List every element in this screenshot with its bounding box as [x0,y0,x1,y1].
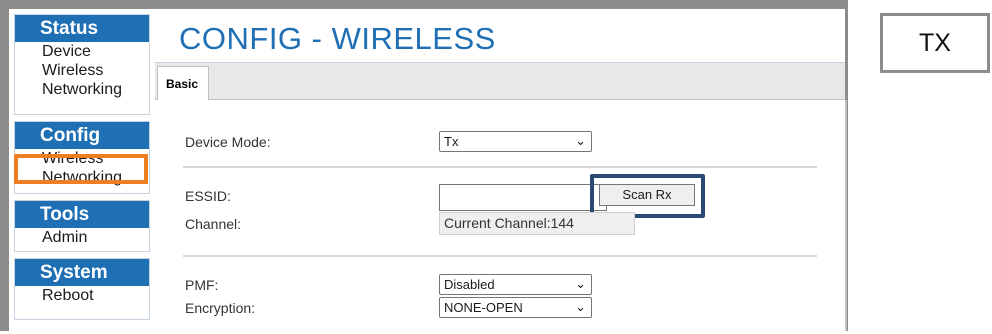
device-mode-select[interactable]: Tx ⌄ [439,131,592,152]
chevron-down-icon: ⌄ [575,299,586,314]
channel-readout: Current Channel:144 [439,212,635,235]
page-title: CONFIG - WIRELESS [179,21,496,56]
sidebar-heading-system[interactable]: System [15,259,149,286]
chevron-down-icon: ⌄ [575,133,586,148]
essid-label: ESSID: [185,188,231,204]
pmf-value: Disabled [444,277,495,292]
sidebar-section-status: Status Device Wireless Networking [14,14,150,115]
sidebar-item-status-wireless[interactable]: Wireless [15,61,149,80]
sidebar-item-system-reboot[interactable]: Reboot [15,286,149,305]
chevron-down-icon: ⌄ [575,276,586,291]
encryption-select[interactable]: NONE-OPEN ⌄ [439,297,592,318]
sidebar-item-status-networking[interactable]: Networking [15,80,149,99]
tab-basic[interactable]: Basic [157,66,209,100]
pmf-label: PMF: [185,277,219,293]
section-divider [183,255,817,257]
sidebar-nav: Status Device Wireless Networking Config… [14,14,150,334]
sidebar-heading-config[interactable]: Config [15,122,149,149]
wireless-form: Device Mode: Tx ⌄ ESSID: Scan Rx Channel… [155,100,847,331]
encryption-value: NONE-OPEN [444,300,523,315]
sidebar-heading-tools[interactable]: Tools [15,201,149,228]
scan-rx-button[interactable]: Scan Rx [599,184,695,206]
sidebar-heading-status[interactable]: Status [15,15,149,42]
tx-label-box: TX [880,13,990,73]
sidebar-section-tools: Tools Admin [14,200,150,252]
channel-label: Channel: [185,216,242,232]
main-panel: CONFIG - WIRELESS Basic Device Mode: Tx … [155,9,847,331]
section-divider [183,166,817,168]
encryption-label: Encryption: [185,300,256,316]
pmf-select[interactable]: Disabled ⌄ [439,274,592,295]
highlight-wireless-box [14,154,148,184]
device-mode-label: Device Mode: [185,134,271,150]
sidebar-item-status-device[interactable]: Device [15,42,149,61]
sidebar-item-tools-admin[interactable]: Admin [15,228,149,247]
device-mode-value: Tx [444,134,459,149]
title-bar: CONFIG - WIRELESS [155,9,845,63]
essid-input[interactable] [439,184,607,211]
tab-strip: Basic [155,63,845,100]
sidebar-section-system: System Reboot [14,258,150,320]
